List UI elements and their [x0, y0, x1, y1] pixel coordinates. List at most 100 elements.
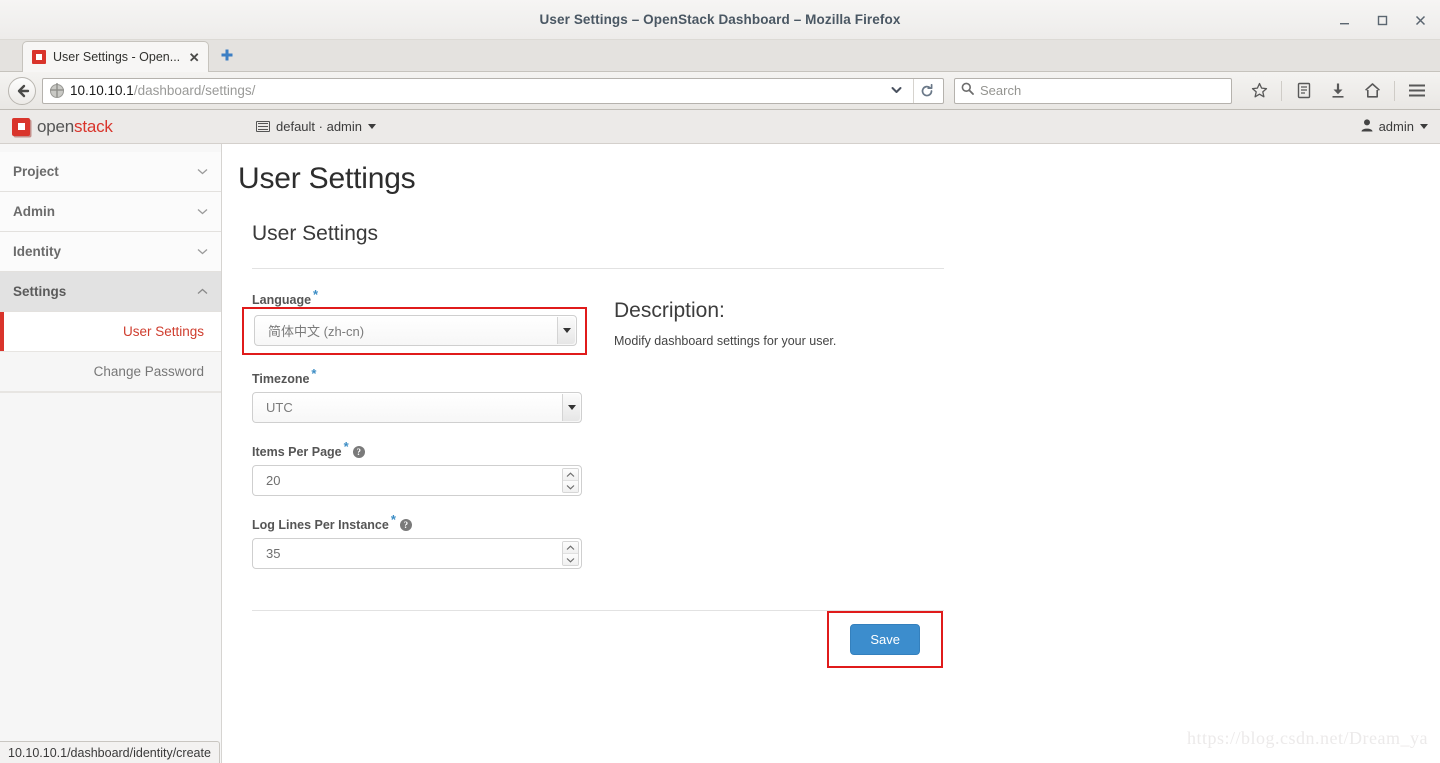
description-column: Description: Modify dashboard settings f…: [614, 293, 944, 586]
url-text: 10.10.10.1/dashboard/settings/: [70, 83, 880, 98]
stepper-up-icon-items[interactable]: [563, 469, 578, 481]
chevron-down-icon-identity: [197, 246, 208, 258]
new-tab-button[interactable]: [213, 41, 241, 69]
close-icon[interactable]: [1410, 10, 1430, 30]
watermark: https://blog.csdn.net/Dream_ya: [1187, 728, 1428, 748]
library-icon[interactable]: [1289, 77, 1319, 105]
log-lines-input[interactable]: 35: [252, 538, 582, 569]
bookmark-star-icon[interactable]: [1244, 77, 1274, 105]
search-icon: [961, 82, 974, 100]
items-per-page-input[interactable]: 20: [252, 465, 582, 496]
sidebar-item-project[interactable]: Project: [0, 152, 221, 192]
window-title: User Settings – OpenStack Dashboard – Mo…: [539, 12, 901, 27]
field-items-per-page: Items Per Page *? 20: [252, 440, 582, 496]
tab-close-icon[interactable]: ✕: [187, 51, 201, 64]
required-asterisk-log-lines: *: [390, 511, 396, 527]
stepper-down-icon-items[interactable]: [563, 481, 578, 492]
web-page: openstack default · admin admin Project: [0, 110, 1440, 763]
language-highlight-box: 简体中文 (zh-cn): [242, 307, 587, 355]
sidebar-item-identity[interactable]: Identity: [0, 232, 221, 272]
home-icon[interactable]: [1357, 77, 1387, 105]
required-asterisk-language: *: [313, 286, 319, 302]
user-menu[interactable]: admin: [1361, 118, 1428, 135]
label-language-text: Language: [252, 293, 312, 307]
window-controls: [1334, 0, 1430, 40]
sidebar-label-admin: Admin: [13, 204, 55, 219]
tab-title: User Settings - Open...: [53, 50, 181, 64]
url-bar[interactable]: 10.10.10.1/dashboard/settings/: [42, 77, 944, 104]
items-per-page-value: 20: [266, 473, 281, 488]
sidebar-item-settings[interactable]: Settings: [0, 272, 221, 312]
chevron-down-icon[interactable]: [886, 85, 907, 97]
project-context-switcher[interactable]: default · admin: [256, 119, 376, 134]
items-per-page-stepper[interactable]: [562, 468, 579, 493]
browser-tab[interactable]: User Settings - Open... ✕: [22, 41, 210, 72]
timezone-select[interactable]: UTC: [252, 392, 582, 423]
logo-text-stack: stack: [74, 116, 113, 136]
status-bar: 10.10.10.1/dashboard/identity/create: [0, 741, 220, 763]
chevron-down-icon-admin: [197, 206, 208, 218]
description-body: Modify dashboard settings for your user.: [614, 334, 837, 348]
label-timezone-text: Timezone: [252, 372, 310, 386]
stepper-up-icon-log[interactable]: [563, 542, 578, 554]
stepper-down-icon-log[interactable]: [563, 554, 578, 565]
minimize-icon[interactable]: [1334, 10, 1354, 30]
label-log-lines-text: Log Lines Per Instance: [252, 518, 389, 532]
label-language: Language *: [252, 288, 582, 307]
grid-icon: [256, 121, 270, 132]
sidebar-label-identity: Identity: [13, 244, 62, 259]
sidebar-label-user-settings: User Settings: [122, 324, 204, 339]
openstack-logo-text: openstack: [37, 117, 113, 137]
title-bar: User Settings – OpenStack Dashboard – Mo…: [0, 0, 1440, 40]
help-icon-items-per-page[interactable]: ?: [352, 446, 365, 458]
chevron-down-icon-project: [197, 166, 208, 178]
sidebar-nav: Project Admin Identity Settings User Set…: [0, 144, 222, 763]
url-path: /dashboard/settings/: [133, 83, 256, 98]
sidebar-item-user-settings[interactable]: User Settings: [0, 312, 221, 352]
back-button[interactable]: [8, 76, 36, 105]
timezone-select-value: UTC: [266, 400, 293, 415]
chevron-down-icon-user: [1420, 124, 1428, 129]
openstack-logo[interactable]: openstack: [12, 117, 230, 137]
globe-icon: [49, 83, 64, 98]
chevron-down-icon-language[interactable]: [557, 317, 575, 344]
required-asterisk-timezone: *: [311, 365, 317, 381]
chevron-up-icon-settings: [197, 286, 208, 298]
content-row: Project Admin Identity Settings User Set…: [0, 144, 1440, 763]
save-highlight-box: Save: [827, 611, 943, 668]
label-log-lines: Log Lines Per Instance *?: [252, 513, 582, 532]
field-timezone: Timezone * UTC: [252, 367, 582, 423]
sidebar-item-change-password[interactable]: Change Password: [0, 352, 221, 392]
save-button[interactable]: Save: [850, 624, 920, 655]
dashboard-header: openstack default · admin admin: [0, 110, 1440, 144]
log-lines-stepper[interactable]: [562, 541, 579, 566]
required-asterisk-items: *: [343, 438, 349, 454]
description-title: Description:: [614, 299, 725, 322]
sidebar-label-settings: Settings: [13, 284, 67, 299]
settings-panel: User Settings Language * 简体中文 (zh-cn) Ti…: [242, 222, 944, 668]
search-bar[interactable]: Search: [954, 77, 1232, 104]
chevron-down-icon: [368, 124, 376, 129]
sidebar-item-admin[interactable]: Admin: [0, 192, 221, 232]
language-select-value: 简体中文 (zh-cn): [268, 324, 365, 339]
label-timezone: Timezone *: [252, 367, 582, 386]
url-host: 10.10.10.1: [70, 83, 134, 98]
sidebar-label-project: Project: [13, 164, 59, 179]
downloads-icon[interactable]: [1323, 77, 1353, 105]
openstack-favicon-icon: [32, 50, 46, 64]
menu-hamburger-icon[interactable]: [1402, 77, 1432, 105]
reload-icon[interactable]: [913, 78, 939, 103]
form-fields-column: Language * 简体中文 (zh-cn) Timezone * UTC I…: [242, 288, 587, 586]
logo-text-open: open: [37, 116, 75, 136]
toolbar-divider-2: [1394, 80, 1395, 101]
openstack-logo-icon: [12, 117, 30, 136]
chevron-down-icon-timezone[interactable]: [562, 394, 580, 421]
language-select[interactable]: 简体中文 (zh-cn): [254, 315, 577, 346]
maximize-icon[interactable]: [1372, 10, 1392, 30]
sidebar-filler: [0, 392, 221, 763]
field-language: Language * 简体中文 (zh-cn): [242, 288, 587, 355]
page-title: User Settings: [238, 162, 416, 195]
help-icon-log-lines[interactable]: ?: [399, 519, 412, 531]
field-log-lines: Log Lines Per Instance *? 35: [252, 513, 582, 569]
tab-strip: User Settings - Open... ✕: [0, 40, 1440, 72]
